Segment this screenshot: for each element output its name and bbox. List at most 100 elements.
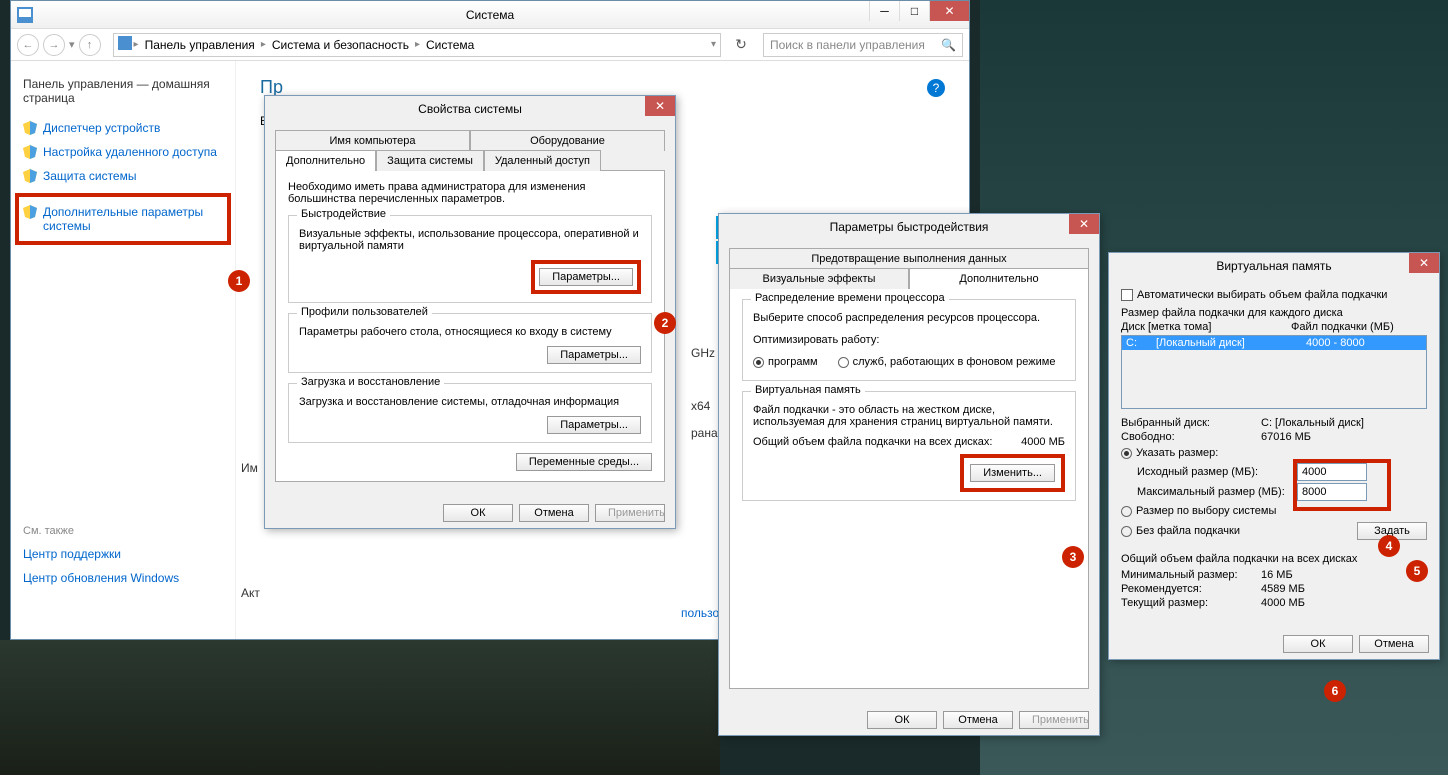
tab-visual-effects[interactable]: Визуальные эффекты [729, 268, 909, 289]
ok-button[interactable]: ОК [1283, 635, 1353, 653]
min-label: Минимальный размер: [1121, 569, 1261, 581]
annotation-2: 2 [654, 312, 676, 334]
scheduling-group-title: Распределение времени процессора [751, 292, 949, 304]
free-value: 67016 МБ [1261, 431, 1311, 443]
cancel-button[interactable]: Отмена [519, 504, 589, 522]
ok-button[interactable]: ОК [443, 504, 513, 522]
tab-computer-name[interactable]: Имя компьютера [275, 130, 470, 151]
boot-settings-button[interactable]: Параметры... [547, 416, 641, 434]
cancel-button[interactable]: Отмена [943, 711, 1013, 729]
tab-system-protection[interactable]: Защита системы [376, 150, 484, 171]
annotation-6: 6 [1324, 680, 1346, 702]
dialog-title: Виртуальная память [1216, 259, 1331, 273]
refresh-button[interactable]: ↻ [729, 33, 753, 57]
shield-icon [23, 169, 37, 183]
pen-touch-value: рана [691, 426, 718, 440]
dialog-titlebar: Виртуальная память ✕ [1109, 253, 1439, 279]
totals-title: Общий объем файла подкачки на всех диска… [1121, 553, 1427, 565]
radio-no-pagefile[interactable]: Без файла подкачки [1121, 525, 1240, 537]
sidebar-item-system-protection[interactable]: Защита системы [23, 169, 223, 183]
env-vars-button[interactable]: Переменные среды... [516, 453, 652, 471]
boot-group-title: Загрузка и восстановление [297, 376, 444, 388]
scheduling-desc: Выберите способ распределения ресурсов п… [753, 312, 1065, 324]
ghz-value: GHz [691, 346, 715, 360]
nav-bar: ← → ▾ ↑ ▸ Панель управления ▸ Система и … [11, 29, 969, 61]
system-icon [118, 36, 132, 53]
tab-hardware[interactable]: Оборудование [470, 130, 665, 151]
breadcrumb-part[interactable]: Система и безопасность [268, 38, 413, 52]
vm-total-value: 4000 МБ [1021, 436, 1065, 448]
sidebar-item-device-manager[interactable]: Диспетчер устройств [23, 121, 223, 135]
search-input[interactable]: Поиск в панели управления 🔍 [763, 33, 963, 57]
cur-label: Текущий размер: [1121, 597, 1261, 609]
search-icon: 🔍 [941, 38, 956, 52]
radio-custom-size[interactable]: Указать размер: [1121, 447, 1427, 459]
system-properties-dialog: Свойства системы ✕ Имя компьютера Оборуд… [264, 95, 676, 529]
change-vm-button[interactable]: Изменить... [970, 464, 1055, 482]
annotation-1: 1 [228, 270, 250, 292]
vm-total-label: Общий объем файла подкачки на всех диска… [753, 436, 992, 448]
breadcrumb-part[interactable]: Система [422, 38, 478, 52]
close-button[interactable]: ✕ [1409, 253, 1439, 273]
action-center-link[interactable]: Центр поддержки [23, 547, 223, 561]
min-value: 16 МБ [1261, 569, 1293, 581]
x64-value: x64 [691, 399, 710, 413]
see-also-header: См. также [23, 525, 223, 537]
windows-update-link[interactable]: Центр обновления Windows [23, 571, 223, 585]
boot-desc: Загрузка и восстановление системы, отлад… [299, 396, 641, 408]
window-title: Система [466, 8, 514, 22]
forward-button[interactable]: → [43, 34, 65, 56]
apply-button[interactable]: Применить [1019, 711, 1089, 729]
free-label: Свободно: [1121, 431, 1261, 443]
tab-dep[interactable]: Предотвращение выполнения данных [729, 248, 1089, 269]
col-disk: Диск [метка тома] [1121, 321, 1291, 333]
selected-disk-value: C: [Локальный диск] [1261, 417, 1364, 429]
drive-list[interactable]: C: [Локальный диск] 4000 - 8000 [1121, 335, 1427, 409]
control-panel-home-link[interactable]: Панель управления — домашняя страница [23, 77, 223, 105]
help-icon[interactable]: ? [927, 79, 945, 97]
name-label: Им [241, 461, 258, 475]
tab-remote[interactable]: Удаленный доступ [484, 150, 601, 171]
performance-desc: Визуальные эффекты, использование процес… [299, 228, 641, 252]
minimize-button[interactable]: ─ [869, 1, 899, 21]
ok-button[interactable]: ОК [867, 711, 937, 729]
performance-settings-button[interactable]: Параметры... [539, 268, 633, 286]
rec-value: 4589 МБ [1261, 583, 1305, 595]
sidebar-item-remote-settings[interactable]: Настройка удаленного доступа [23, 145, 223, 159]
close-button[interactable]: ✕ [645, 96, 675, 116]
back-button[interactable]: ← [17, 34, 39, 56]
radio-services[interactable]: служб, работающих в фоновом режиме [838, 356, 1056, 368]
breadcrumb-part[interactable]: Панель управления [141, 38, 259, 52]
col-pagefile: Файл подкачки (МБ) [1291, 321, 1394, 333]
cancel-button[interactable]: Отмена [1359, 635, 1429, 653]
auto-manage-checkbox[interactable]: Автоматически выбирать объем файла подка… [1121, 289, 1427, 301]
dialog-title: Свойства системы [418, 102, 522, 116]
dialog-titlebar: Параметры быстродействия ✕ [719, 214, 1099, 240]
search-placeholder: Поиск в панели управления [770, 38, 925, 52]
admin-note: Необходимо иметь права администратора дл… [288, 181, 652, 205]
activation-label: Акт [241, 586, 260, 600]
drive-row-c[interactable]: C: [Локальный диск] 4000 - 8000 [1122, 336, 1426, 350]
sidebar: Панель управления — домашняя страница Ди… [11, 61, 236, 639]
apply-button[interactable]: Применить [595, 504, 665, 522]
annotation-5: 5 [1406, 560, 1428, 582]
maximize-button[interactable]: □ [899, 1, 929, 21]
up-button[interactable]: ↑ [79, 34, 101, 56]
profiles-group-title: Профили пользователей [297, 306, 432, 318]
shield-icon [23, 205, 37, 219]
tab-advanced[interactable]: Дополнительно [909, 268, 1089, 289]
close-button[interactable]: ✕ [929, 1, 969, 21]
shield-icon [23, 121, 37, 135]
shield-icon [23, 145, 37, 159]
sidebar-item-advanced-system-settings[interactable]: Дополнительные параметры системы [15, 193, 231, 245]
virtual-memory-dialog: Виртуальная память ✕ Автоматически выбир… [1108, 252, 1440, 660]
breadcrumb[interactable]: ▸ Панель управления ▸ Система и безопасн… [113, 33, 721, 57]
selected-disk-label: Выбранный диск: [1121, 417, 1261, 429]
tab-advanced[interactable]: Дополнительно [275, 150, 376, 171]
profiles-settings-button[interactable]: Параметры... [547, 346, 641, 364]
close-button[interactable]: ✕ [1069, 214, 1099, 234]
performance-group-title: Быстродействие [297, 208, 390, 220]
annotation-3: 3 [1062, 546, 1084, 568]
radio-programs[interactable]: программ [753, 356, 818, 368]
vm-group-title: Виртуальная память [751, 384, 865, 396]
